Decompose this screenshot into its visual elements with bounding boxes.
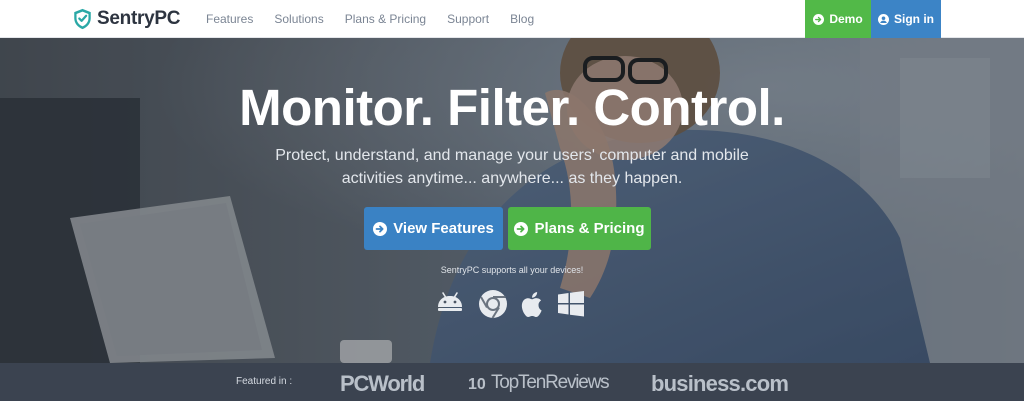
- view-features-label: View Features: [393, 220, 494, 237]
- plans-pricing-label: Plans & Pricing: [534, 220, 645, 237]
- toptenreviews-mark-text: 10: [468, 376, 486, 393]
- nav-link-support[interactable]: Support: [447, 12, 489, 26]
- devices-note: SentryPC supports all your devices!: [440, 265, 584, 275]
- nav-link-solutions[interactable]: Solutions: [274, 12, 323, 26]
- user-circle-icon: [878, 13, 889, 25]
- windows-icon: [558, 291, 584, 317]
- demo-button[interactable]: Demo: [805, 0, 871, 38]
- arrow-circle-right-icon: [373, 221, 388, 236]
- brand-name: SentryPC: [97, 8, 181, 29]
- hero-section: Monitor. Filter. Control. Protect, under…: [0, 38, 1024, 363]
- arrow-circle-right-icon: [813, 13, 825, 25]
- toptenreviews-logo: 10 TopTenReviews: [468, 372, 610, 394]
- nav-link-blog[interactable]: Blog: [510, 12, 534, 26]
- toptenreviews-text: TopTenReviews: [491, 372, 610, 393]
- pcworld-logo: PCWorld: [340, 371, 425, 396]
- hero-cta-row: View Features Plans & Pricing: [0, 207, 1024, 250]
- top-navbar: SentryPC Features Solutions Plans & Pric…: [0, 0, 1024, 38]
- view-features-button[interactable]: View Features: [364, 207, 503, 250]
- sign-in-button[interactable]: Sign in: [871, 0, 941, 38]
- toptenreviews-mark-icon: 10: [468, 376, 486, 393]
- android-icon: [438, 292, 462, 311]
- featured-in-label: Featured in :: [236, 376, 293, 387]
- nav-link-plans-pricing[interactable]: Plans & Pricing: [345, 12, 426, 26]
- arrow-circle-right-icon: [514, 221, 529, 236]
- sign-in-label: Sign in: [894, 12, 934, 26]
- nav-link-features[interactable]: Features: [206, 12, 253, 26]
- plans-pricing-button[interactable]: Plans & Pricing: [508, 207, 651, 250]
- apple-icon: [521, 292, 542, 318]
- brand-logo[interactable]: SentryPC: [73, 7, 180, 31]
- device-icons-row: [0, 288, 1024, 322]
- featured-in-bar: Featured in : PCWorld 10 TopTenReviews b…: [0, 363, 1024, 401]
- demo-label: Demo: [829, 12, 863, 26]
- hero-subheadline: Protect, understand, and manage your use…: [275, 147, 749, 187]
- shield-check-icon: [74, 8, 91, 30]
- business-com-logo: business.com: [651, 371, 789, 396]
- chrome-icon: [479, 290, 507, 319]
- main-nav: Features Solutions Plans & Pricing Suppo…: [206, 0, 555, 38]
- hero-headline: Monitor. Filter. Control.: [239, 79, 785, 136]
